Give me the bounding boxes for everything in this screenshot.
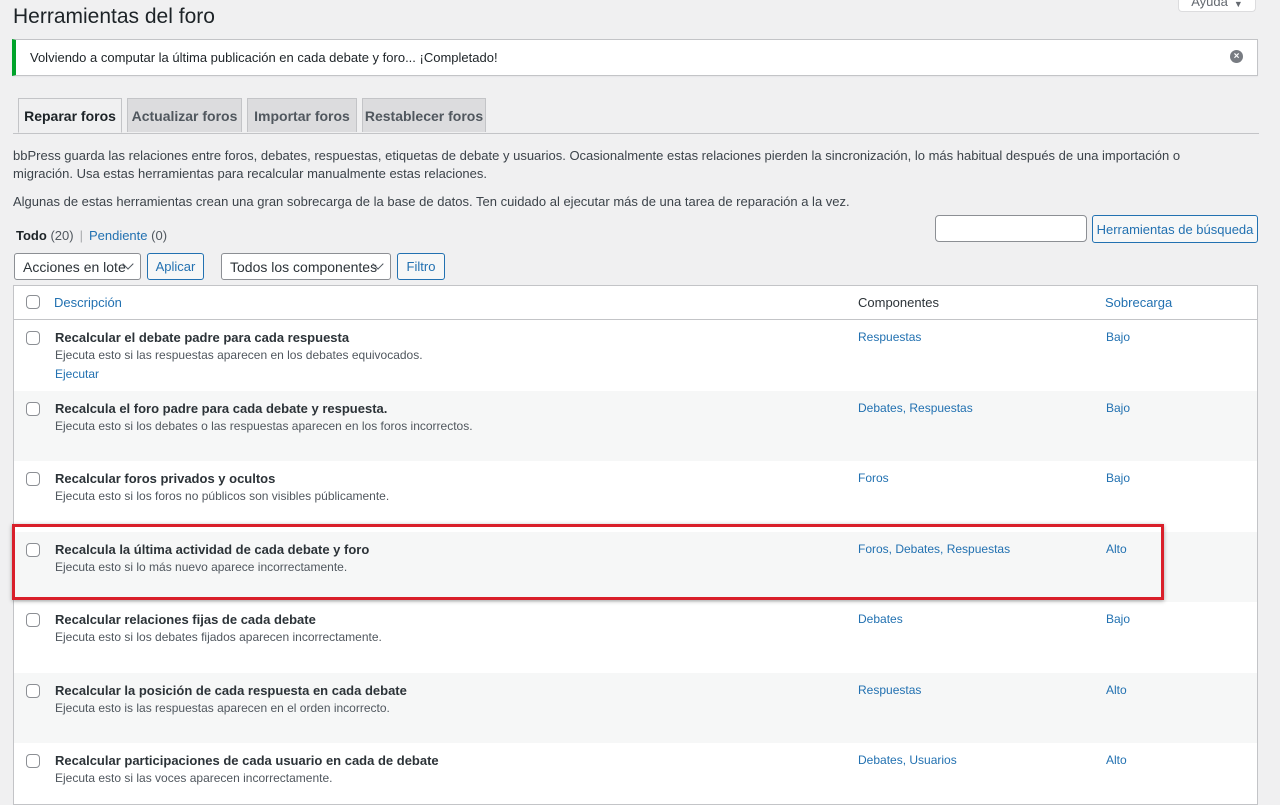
tools-table: Descripción Componentes Sobrecarga Recal… — [13, 285, 1258, 805]
tool-title: Recalcula el foro padre para cada debate… — [55, 400, 388, 416]
table-row: Recalcula el foro padre para cada debate… — [14, 390, 1257, 461]
tool-components[interactable]: Respuestas — [858, 330, 921, 344]
view-all[interactable]: Todo (20) — [16, 228, 74, 243]
tool-title: Recalcula la última actividad de cada de… — [55, 541, 370, 557]
tool-components[interactable]: Debates, Usuarios — [858, 753, 957, 767]
view-separator: | — [79, 228, 83, 243]
caret-down-icon: ▼ — [1233, 0, 1243, 9]
components-value: Todos los componentes — [230, 258, 378, 275]
row-checkbox[interactable] — [26, 754, 40, 768]
view-all-label: Todo — [16, 228, 47, 243]
scrollbar-track — [1270, 0, 1280, 797]
warning-paragraph: Algunas de estas herramientas crean una … — [13, 194, 850, 209]
tool-overhead[interactable]: Alto — [1106, 542, 1127, 556]
table-row: Recalcular foros privados y ocultos Ejec… — [14, 461, 1257, 532]
filter-button[interactable]: Filtro — [397, 253, 445, 280]
row-checkbox[interactable] — [26, 683, 40, 698]
tab-upgrade[interactable]: Actualizar foros — [127, 98, 242, 132]
tool-overhead[interactable]: Alto — [1106, 753, 1127, 767]
tab-repair[interactable]: Reparar foros — [18, 98, 122, 133]
row-checkbox[interactable] — [26, 472, 40, 486]
view-filters: Todo (20) | Pendiente (0) — [16, 228, 167, 243]
success-notice: Volviendo a computar la última publicaci… — [12, 39, 1258, 76]
tool-components[interactable]: Foros, Debates, Respuestas — [858, 542, 1010, 556]
tool-components[interactable]: Foros — [858, 471, 889, 485]
search-input[interactable] — [935, 215, 1087, 242]
help-tab[interactable]: Ayuda ▼ — [1178, 0, 1256, 12]
tool-overhead[interactable]: Bajo — [1106, 330, 1130, 344]
column-description[interactable]: Descripción — [54, 295, 122, 310]
tool-title: Recalcular foros privados y ocultos — [55, 471, 276, 486]
tab-import[interactable]: Importar foros — [247, 98, 357, 132]
tool-description: Ejecuta esto si los foros no públicos so… — [55, 489, 390, 503]
table-row: Recalcular el debate padre para cada res… — [14, 320, 1257, 391]
tool-components[interactable]: Respuestas — [858, 683, 921, 697]
notice-message: Volviendo a computar la última publicaci… — [30, 50, 498, 65]
tool-overhead[interactable]: Alto — [1106, 683, 1127, 697]
view-pending-label: Pendiente — [88, 228, 148, 243]
table-row: Recalcula la última actividad de cada de… — [14, 531, 1257, 602]
search-tools-button[interactable]: Herramientas de búsqueda — [1092, 215, 1258, 243]
select-all-checkbox[interactable] — [26, 295, 40, 309]
tool-description: Ejecuta esto is las respuestas aparecen … — [55, 700, 390, 715]
table-row: Recalcular relaciones fijas de cada deba… — [14, 602, 1257, 673]
tool-description: Ejecuta esto si lo más nuevo aparece inc… — [55, 559, 348, 574]
column-components: Componentes — [858, 295, 939, 310]
tool-description: Ejecuta esto si las respuestas aparecen … — [55, 348, 423, 362]
nav-tabs: Reparar foros Actualizar foros Importar … — [13, 98, 1259, 134]
help-label: Ayuda — [1191, 0, 1228, 9]
tool-title: Recalcular la posición de cada respuesta… — [55, 682, 407, 698]
page-title: Herramientas del foro — [13, 5, 215, 28]
table-row: Recalcular la posición de cada respuesta… — [14, 672, 1257, 743]
tool-description: Ejecuta esto si los debates o las respue… — [55, 418, 473, 433]
dismiss-icon[interactable]: × — [1230, 50, 1243, 63]
bulk-actions-value: Acciones en lote — [23, 258, 126, 275]
bulk-actions-select[interactable]: Acciones en lote — [14, 253, 141, 280]
tool-title: Recalcular participaciones de cada usuar… — [55, 753, 439, 768]
view-all-count: (20) — [50, 228, 74, 243]
run-link[interactable]: Ejecutar — [55, 367, 99, 381]
table-row: Recalcular participaciones de cada usuar… — [14, 743, 1257, 804]
view-pending[interactable]: Pendiente (0) — [89, 228, 167, 243]
tool-overhead[interactable]: Bajo — [1106, 401, 1130, 415]
tab-reset[interactable]: Restablecer foros — [362, 98, 486, 132]
components-select[interactable]: Todos los componentes — [221, 253, 391, 280]
row-checkbox[interactable] — [26, 331, 40, 345]
tool-components[interactable]: Debates — [858, 612, 903, 626]
row-checkbox[interactable] — [26, 613, 40, 627]
tool-overhead[interactable]: Bajo — [1106, 612, 1130, 626]
tool-description: Ejecuta esto si los debates fijados apar… — [55, 630, 382, 644]
column-overhead[interactable]: Sobrecarga — [1105, 295, 1172, 310]
tool-components[interactable]: Debates, Respuestas — [858, 401, 973, 415]
row-checkbox[interactable] — [26, 401, 40, 416]
row-checkbox[interactable] — [26, 542, 40, 557]
tool-title: Recalcular el debate padre para cada res… — [55, 330, 350, 345]
tool-description: Ejecuta esto si las voces aparecen incor… — [55, 771, 333, 785]
tool-overhead[interactable]: Bajo — [1106, 471, 1130, 485]
view-pending-count: (0) — [151, 228, 168, 243]
apply-button[interactable]: Aplicar — [147, 253, 204, 280]
tool-title: Recalcular relaciones fijas de cada deba… — [55, 612, 316, 627]
intro-paragraph: bbPress guarda las relaciones entre foro… — [13, 148, 1181, 181]
table-header: Descripción Componentes Sobrecarga — [14, 286, 1257, 320]
